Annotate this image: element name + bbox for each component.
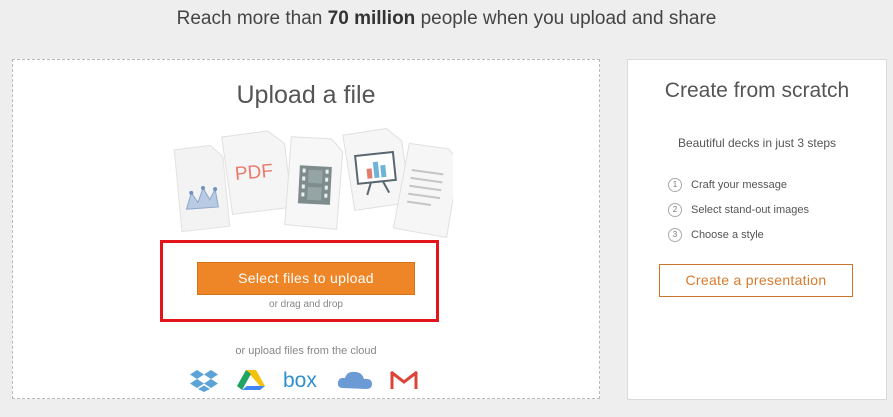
- step-item: 1 Craft your message: [668, 172, 809, 197]
- step-label: Craft your message: [691, 178, 787, 191]
- headline-suffix: people when you upload and share: [415, 8, 717, 29]
- file-types-illustration: PDF: [173, 128, 453, 238]
- headline: Reach more than 70 million people when y…: [0, 8, 893, 30]
- pdf-file-icon: PDF: [221, 130, 293, 215]
- google-drive-icon[interactable]: [237, 368, 265, 392]
- step-number: 1: [668, 177, 682, 192]
- steps-list: 1 Craft your message 2 Select stand-out …: [668, 172, 809, 247]
- onedrive-icon[interactable]: [337, 368, 373, 392]
- headline-prefix: Reach more than: [176, 8, 328, 29]
- video-file-icon: [284, 136, 344, 230]
- step-item: 3 Choose a style: [668, 222, 809, 247]
- step-label: Choose a style: [691, 228, 764, 241]
- upload-title: Upload a file: [236, 81, 376, 109]
- box-label: box: [283, 369, 317, 392]
- step-number: 3: [668, 227, 682, 242]
- pdf-label: PDF: [234, 161, 274, 185]
- drag-drop-text: or drag and drop: [269, 299, 343, 310]
- scratch-subtitle: Beautiful decks in just 3 steps: [677, 136, 837, 150]
- gmail-icon[interactable]: [389, 368, 419, 392]
- step-number: 2: [668, 202, 682, 217]
- cloud-services: box: [189, 368, 429, 394]
- box-icon[interactable]: box: [283, 368, 323, 392]
- select-files-button[interactable]: Select files to upload: [197, 262, 415, 295]
- create-presentation-button[interactable]: Create a presentation: [659, 264, 853, 297]
- upload-dropzone[interactable]: Upload a file PDF Select files to upload…: [12, 59, 600, 399]
- step-item: 2 Select stand-out images: [668, 197, 809, 222]
- chart-file-icon: [173, 144, 231, 233]
- step-label: Select stand-out images: [691, 203, 810, 216]
- dropbox-icon[interactable]: [189, 368, 219, 392]
- create-from-scratch-panel: Create from scratch Beautiful decks in j…: [627, 59, 887, 400]
- scratch-title: Create from scratch: [664, 79, 850, 102]
- cloud-upload-text: or upload files from the cloud: [235, 345, 377, 357]
- headline-highlight: 70 million: [327, 8, 416, 29]
